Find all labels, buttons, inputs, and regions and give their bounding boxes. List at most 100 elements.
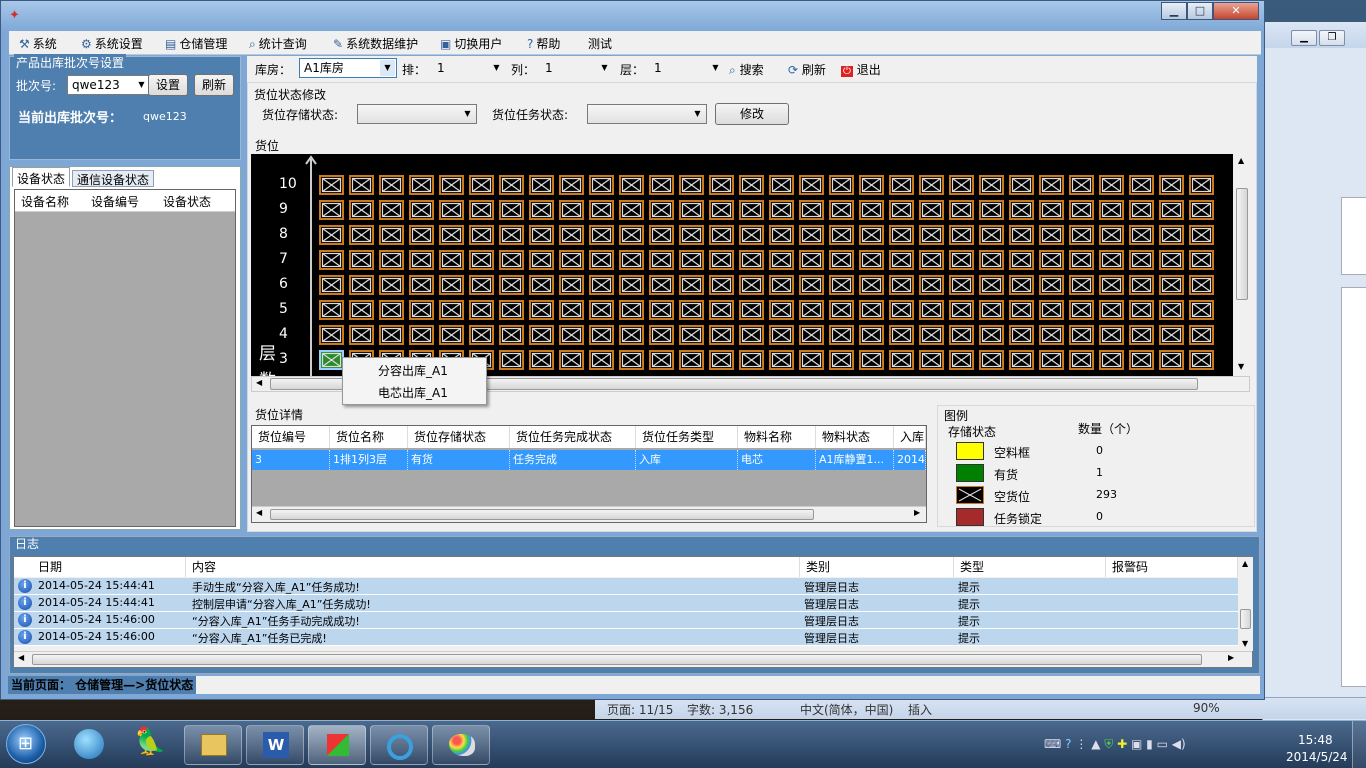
parrot-app-icon[interactable]: 🦜 [134, 727, 166, 757]
storage-cell[interactable] [679, 250, 704, 270]
storage-cell[interactable] [1189, 200, 1214, 220]
storage-cell[interactable] [949, 350, 974, 370]
language-icon[interactable]: ⋮ [1075, 737, 1087, 751]
storage-cell[interactable] [739, 250, 764, 270]
storage-cell[interactable] [679, 300, 704, 320]
storage-cell[interactable] [1099, 200, 1124, 220]
storage-cell[interactable] [649, 200, 674, 220]
detail-cell[interactable]: A1库静置1... [816, 450, 894, 470]
col-device-id[interactable]: 设备编号 [91, 193, 139, 210]
storage-cell[interactable] [349, 200, 374, 220]
storage-cell[interactable] [709, 275, 734, 295]
storage-cell[interactable] [1159, 300, 1184, 320]
storage-cell[interactable] [589, 250, 614, 270]
storage-cell[interactable] [409, 275, 434, 295]
storage-cell[interactable] [1129, 325, 1154, 345]
storage-cell[interactable] [649, 175, 674, 195]
storage-cell[interactable] [379, 175, 404, 195]
storage-cell[interactable] [709, 225, 734, 245]
storage-cell[interactable] [859, 225, 884, 245]
task-status-select[interactable]: ▼ [587, 104, 707, 124]
storage-cell[interactable] [769, 275, 794, 295]
storage-cell[interactable] [499, 300, 524, 320]
storage-cell[interactable] [1099, 300, 1124, 320]
storage-cell[interactable] [439, 275, 464, 295]
storage-cell[interactable] [1039, 325, 1064, 345]
storage-cell[interactable] [1189, 250, 1214, 270]
storage-cell[interactable] [439, 200, 464, 220]
storage-cell[interactable] [1009, 300, 1034, 320]
storage-cell[interactable] [979, 200, 1004, 220]
detail-cell[interactable]: 2014/ [894, 450, 926, 470]
storage-cell[interactable] [649, 350, 674, 370]
storage-cell[interactable] [979, 225, 1004, 245]
storage-cell[interactable] [799, 300, 824, 320]
storage-cell[interactable] [529, 275, 554, 295]
storage-cell[interactable] [769, 350, 794, 370]
storage-cell[interactable] [1129, 175, 1154, 195]
storage-cell[interactable] [1159, 275, 1184, 295]
storage-cell[interactable] [739, 275, 764, 295]
storage-cell[interactable] [799, 225, 824, 245]
storage-cell[interactable] [859, 325, 884, 345]
storage-cell[interactable] [589, 175, 614, 195]
clock-time[interactable]: 15:48 [1298, 733, 1333, 747]
log-row[interactable]: i 2014-05-24 15:46:00 “分容入库_A1”任务已完成! 管理层日志… [14, 629, 1238, 646]
col-category[interactable]: 类别 [800, 557, 954, 577]
storage-cell[interactable] [529, 325, 554, 345]
storage-cell[interactable] [619, 200, 644, 220]
refresh-button[interactable]: ⟳ 刷新 [788, 61, 826, 78]
set-batch-button[interactable]: 设置 [148, 74, 188, 96]
taskbar-word[interactable]: W [246, 725, 304, 765]
storage-cell[interactable] [649, 225, 674, 245]
storage-cell[interactable] [349, 250, 374, 270]
detail-cell[interactable]: 入库 [636, 450, 738, 470]
storage-cell[interactable] [1039, 300, 1064, 320]
storage-cell[interactable] [919, 350, 944, 370]
col-alarm-code[interactable]: 报警码 [1106, 557, 1238, 577]
storage-cell[interactable] [949, 325, 974, 345]
storage-cell[interactable] [979, 250, 1004, 270]
clock-date[interactable]: 2014/5/24 [1286, 750, 1348, 764]
storage-cell[interactable] [589, 225, 614, 245]
horizontal-scroll-thumb[interactable] [270, 509, 814, 520]
storage-cell[interactable] [589, 325, 614, 345]
storage-cell[interactable] [1099, 250, 1124, 270]
storage-cell[interactable] [919, 275, 944, 295]
close-button[interactable]: ✕ [1213, 2, 1259, 20]
taskbar-wms-app[interactable] [308, 725, 366, 765]
menu-storage[interactable]: ▤ 仓储管理 [165, 35, 227, 52]
context-menu-item-fenrong[interactable]: 分容出库_A1 [378, 362, 448, 379]
storage-cell[interactable] [979, 175, 1004, 195]
storage-cell[interactable] [709, 300, 734, 320]
storage-cell[interactable] [919, 175, 944, 195]
storage-cell[interactable] [859, 275, 884, 295]
log-row[interactable]: i 2014-05-24 15:44:41 控制层申请“分容入库_A1”任务成功! 管… [14, 595, 1238, 612]
storage-cell[interactable] [799, 250, 824, 270]
storage-cell[interactable] [1009, 200, 1034, 220]
scroll-left-icon[interactable]: ◀ [256, 508, 262, 517]
maximize-button[interactable]: □ [1187, 2, 1213, 20]
storage-cell[interactable] [889, 250, 914, 270]
log-row[interactable]: i 2014-05-24 15:44:41 手动生成“分容入库_A1”任务成功! 管理… [14, 578, 1238, 595]
storage-cell[interactable] [1009, 250, 1034, 270]
storage-cell[interactable] [319, 350, 344, 370]
storage-cell[interactable] [559, 175, 584, 195]
storage-cell[interactable] [619, 175, 644, 195]
minimize-button[interactable]: ▁ [1161, 2, 1187, 20]
ie-browser-icon[interactable] [74, 729, 104, 759]
detail-cell[interactable]: 电芯 [738, 450, 816, 470]
storage-cell[interactable] [1099, 225, 1124, 245]
storage-cell[interactable] [679, 275, 704, 295]
storage-cell[interactable] [349, 300, 374, 320]
storage-cell[interactable] [1039, 250, 1064, 270]
storage-cell[interactable] [349, 175, 374, 195]
batch-select[interactable]: qwe123 ▼ [67, 75, 151, 95]
storage-cell[interactable] [619, 225, 644, 245]
storage-cell[interactable] [979, 275, 1004, 295]
vertical-scroll-thumb[interactable] [1240, 609, 1251, 629]
storage-cell[interactable] [1009, 175, 1034, 195]
storage-cell[interactable] [649, 300, 674, 320]
storage-cell[interactable] [1069, 300, 1094, 320]
detail-cell[interactable]: 1排1列3层 [330, 450, 408, 470]
